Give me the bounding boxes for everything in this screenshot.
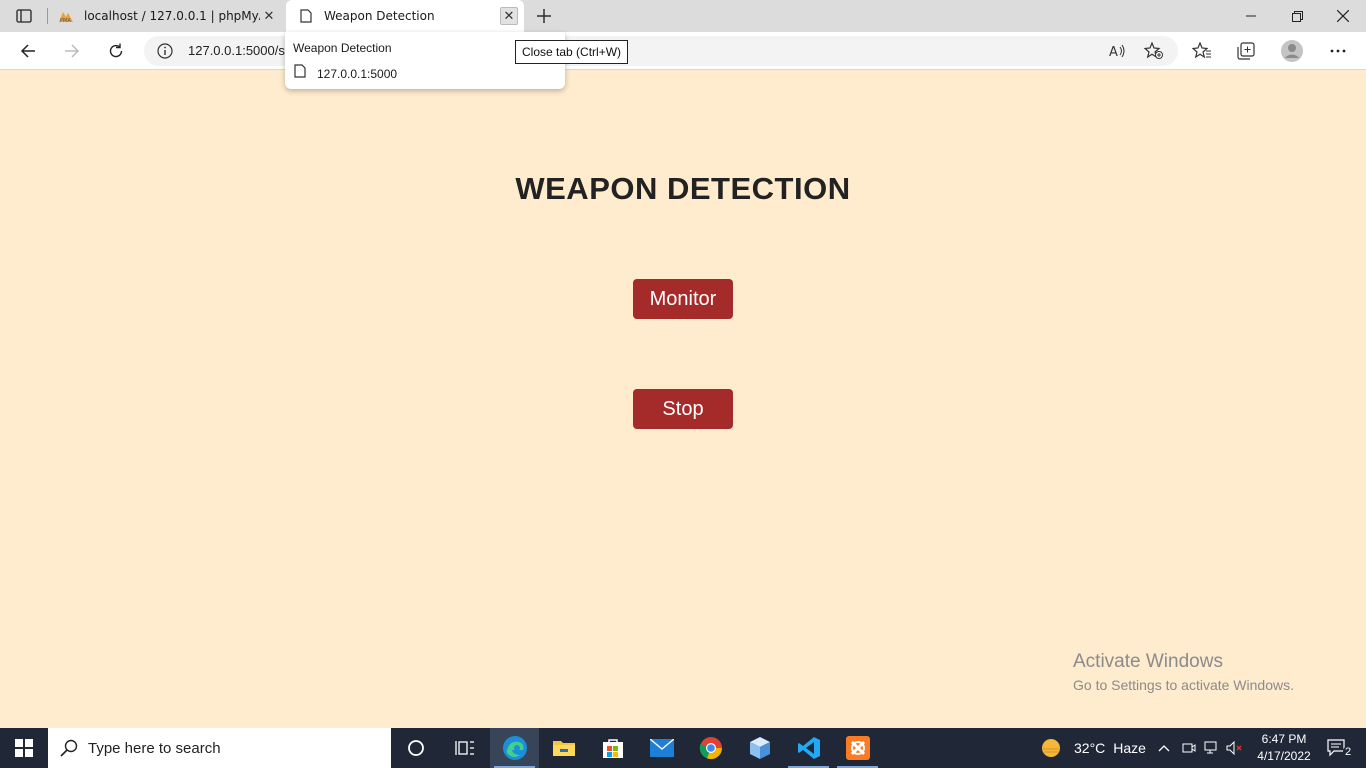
stop-button[interactable]: Stop [633, 389, 733, 429]
monitor-button[interactable]: Monitor [633, 279, 733, 319]
taskbar: Type here to search 32°C Haze 6:47 PM 4/… [0, 728, 1366, 768]
favorites-icon [1192, 42, 1211, 59]
page-icon [294, 64, 306, 78]
cortana-button[interactable] [391, 728, 440, 768]
folder-icon [552, 741, 575, 756]
clock-time: 6:47 PM [1261, 732, 1307, 746]
read-aloud-button[interactable]: A [1102, 35, 1134, 67]
close-icon [1337, 10, 1349, 22]
tab-phpmyadmin[interactable]: PMA localhost / 127.0.0.1 | phpMyAdmin ✕ [48, 0, 284, 32]
new-tab-button[interactable] [532, 4, 556, 28]
taskbar-box-app[interactable] [735, 728, 784, 768]
mail-icon [649, 739, 674, 757]
taskbar-vscode[interactable] [784, 728, 833, 768]
show-hidden-icons-button[interactable] [1154, 728, 1174, 768]
back-arrow-icon [20, 44, 35, 58]
network-button[interactable] [1201, 728, 1223, 768]
haze-sun-icon [1042, 739, 1060, 757]
volume-button[interactable] [1224, 728, 1246, 768]
taskbar-edge[interactable] [490, 728, 539, 768]
browser-toolbar: 127.0.0.1:5000/s A [0, 32, 1366, 70]
weather-widget[interactable]: 32°C Haze [1040, 728, 1150, 768]
start-button[interactable] [0, 728, 48, 768]
svg-text:A: A [1109, 45, 1118, 59]
refresh-icon [109, 43, 123, 58]
back-button[interactable] [12, 35, 44, 67]
task-view-icon [454, 741, 474, 755]
taskbar-xampp[interactable] [833, 728, 882, 768]
tab-actions-button[interactable] [8, 4, 40, 28]
store-icon [602, 739, 623, 758]
weather-condition: Haze [1113, 740, 1146, 756]
collections-button[interactable] [1230, 35, 1262, 67]
cortana-icon [407, 740, 424, 756]
refresh-button[interactable] [100, 35, 132, 67]
taskbar-chrome[interactable] [686, 728, 735, 768]
taskbar-mail[interactable] [637, 728, 686, 768]
forward-arrow-icon [65, 44, 80, 58]
taskbar-clock[interactable]: 6:47 PM 4/17/2022 [1248, 731, 1320, 765]
hover-card-title: Weapon Detection [293, 41, 392, 55]
more-icon [1330, 49, 1346, 53]
notification-center-button[interactable]: 2 [1320, 728, 1360, 768]
activate-windows-watermark: Activate Windows Go to Settings to activ… [1073, 651, 1294, 693]
url-text[interactable]: 127.0.0.1:5000/s [188, 43, 285, 58]
tab-weapon-detection[interactable]: Weapon Detection ✕ [286, 0, 524, 32]
avatar-icon [1281, 40, 1303, 62]
volume-muted-icon [1226, 741, 1242, 755]
hover-card-url: 127.0.0.1:5000 [317, 67, 398, 81]
star-add-icon [1144, 42, 1163, 59]
network-icon [1204, 741, 1217, 754]
notification-count: 2 [1342, 746, 1354, 758]
phpmyadmin-icon: PMA [58, 8, 74, 24]
svg-text:PMA: PMA [60, 18, 71, 23]
info-icon[interactable] [156, 42, 174, 60]
restore-icon [1291, 10, 1303, 22]
camera-icon [1182, 743, 1196, 753]
windows-logo-icon [15, 739, 33, 757]
taskbar-store[interactable] [588, 728, 637, 768]
page-icon [298, 8, 314, 24]
clock-date: 4/17/2022 [1257, 749, 1311, 763]
read-aloud-icon: A [1109, 44, 1125, 59]
watermark-subtitle: Go to Settings to activate Windows. [1073, 677, 1294, 693]
close-tab-tooltip: Close tab (Ctrl+W) [515, 40, 629, 64]
minimize-button[interactable] [1228, 0, 1274, 32]
taskbar-search-box[interactable]: Type here to search [48, 728, 391, 768]
tab-title: localhost / 127.0.0.1 | phpMyAdmin [84, 9, 260, 23]
search-placeholder: Type here to search [88, 739, 221, 757]
minimize-icon [1246, 15, 1256, 17]
chrome-icon [699, 737, 722, 760]
profile-button[interactable] [1276, 35, 1308, 67]
add-favorite-button[interactable] [1138, 35, 1170, 67]
cube-icon [749, 737, 770, 759]
close-tab-button[interactable]: ✕ [500, 7, 518, 25]
chevron-up-icon [1158, 745, 1170, 752]
page-title: WEAPON DETECTION [515, 171, 851, 206]
tab-actions-icon [16, 9, 32, 23]
xampp-icon [845, 736, 870, 760]
collections-icon [1237, 42, 1255, 60]
tab-strip: PMA localhost / 127.0.0.1 | phpMyAdmin ✕… [0, 0, 1366, 32]
plus-icon [537, 9, 551, 23]
vscode-icon [797, 737, 820, 759]
search-icon [60, 739, 78, 757]
task-view-button[interactable] [440, 728, 489, 768]
weather-temp: 32°C [1074, 740, 1106, 756]
tab-title: Weapon Detection [324, 9, 435, 23]
forward-button[interactable] [56, 35, 88, 67]
edge-icon [502, 736, 527, 760]
page-content: WEAPON DETECTION Monitor Stop Activate W… [0, 71, 1366, 728]
close-window-button[interactable] [1320, 0, 1366, 32]
watermark-title: Activate Windows [1073, 651, 1223, 672]
close-icon[interactable]: ✕ [260, 7, 278, 25]
settings-more-button[interactable] [1322, 35, 1354, 67]
meet-now-button[interactable] [1178, 728, 1200, 768]
restore-button[interactable] [1274, 0, 1320, 32]
taskbar-file-explorer[interactable] [539, 728, 588, 768]
favorites-button[interactable] [1186, 35, 1218, 67]
